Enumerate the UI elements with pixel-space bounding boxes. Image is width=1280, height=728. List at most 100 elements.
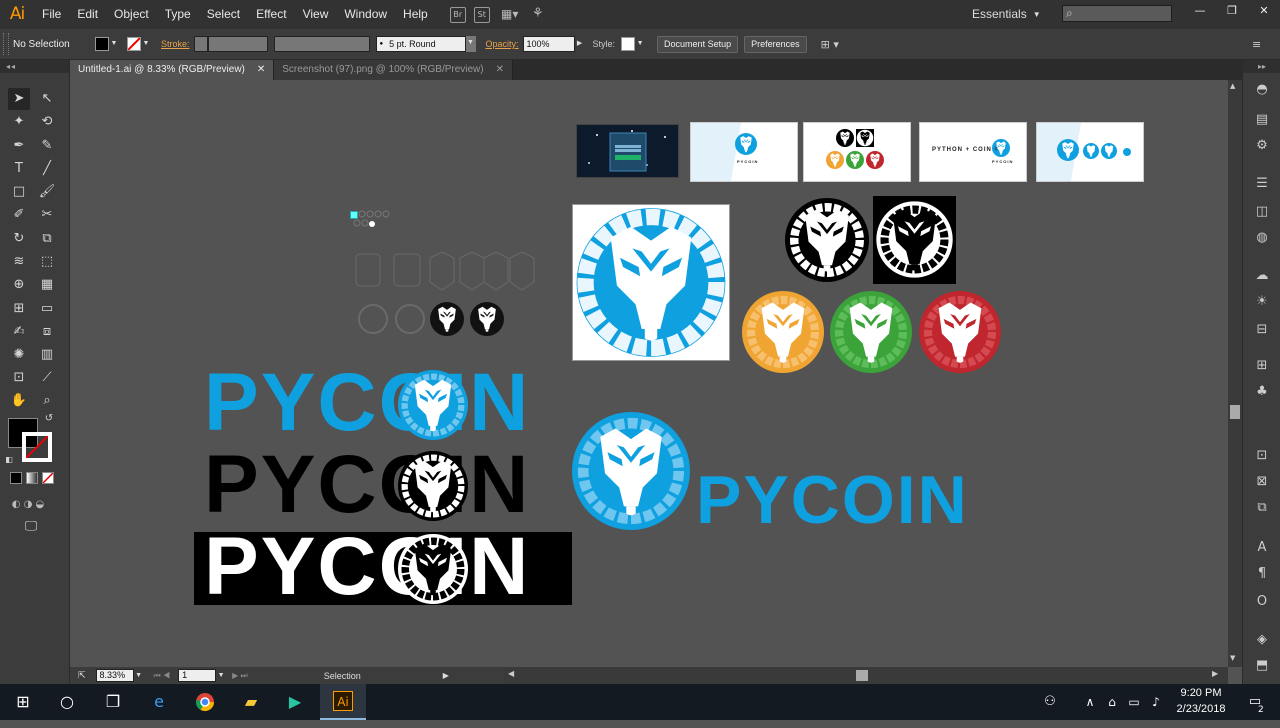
- artboards-icon[interactable]: ⬒: [1251, 656, 1273, 676]
- artboard-number-field[interactable]: 1: [178, 669, 217, 682]
- color-mode-icon[interactable]: [10, 472, 22, 484]
- stroke-color-box[interactable]: [22, 432, 52, 462]
- opentype-icon[interactable]: O: [1251, 592, 1273, 612]
- fill-dropdown[interactable]: ▼: [109, 37, 119, 51]
- bridge-icon[interactable]: Br: [449, 6, 466, 23]
- align-panel-icon[interactable]: ⊡: [1251, 446, 1273, 466]
- pathfinder-icon[interactable]: ⧉: [1251, 498, 1273, 518]
- hand-tool-icon[interactable]: ✋: [8, 390, 30, 412]
- magic-wand-tool-icon[interactable]: ✦: [8, 111, 30, 133]
- swatches-icon[interactable]: ☀: [1251, 292, 1273, 312]
- system-clock[interactable]: 9:20 PM 2/23/2018: [1168, 685, 1234, 717]
- opacity-field[interactable]: 100%: [522, 36, 575, 52]
- red-emblem[interactable]: [919, 291, 1001, 373]
- scroll-up-icon[interactable]: ▲: [1230, 82, 1235, 90]
- default-colors-icon[interactable]: ◧: [2, 453, 16, 467]
- menu-view[interactable]: View: [295, 0, 337, 29]
- slice-tool-icon[interactable]: ⟋: [36, 367, 58, 389]
- stroke-dropdown[interactable]: ▼: [141, 37, 151, 51]
- tools-panel-header[interactable]: ◂◂: [0, 60, 69, 73]
- close-icon[interactable]: ✕: [1248, 0, 1280, 22]
- close-icon[interactable]: ✕: [496, 60, 504, 80]
- network-icon[interactable]: ⌂: [1102, 684, 1122, 720]
- warp-tool-icon[interactable]: ≋: [8, 251, 30, 273]
- wordmark-black[interactable]: PYCOIN: [204, 439, 564, 530]
- close-icon[interactable]: ✕: [257, 60, 265, 80]
- direct-selection-tool-icon[interactable]: ↖: [36, 88, 58, 110]
- fill-swatch[interactable]: [95, 37, 109, 51]
- character-icon[interactable]: A: [1251, 538, 1273, 558]
- zoom-tool-icon[interactable]: ⌕: [36, 390, 58, 412]
- document-setup-button[interactable]: Document Setup: [657, 35, 739, 53]
- align-options-icon[interactable]: ⊞ ▾: [821, 38, 839, 51]
- curvature-tool-icon[interactable]: ✎: [36, 135, 58, 157]
- lockup-wordmark[interactable]: PYCOIN: [696, 461, 969, 539]
- shaper-tool-icon[interactable]: ✐: [8, 204, 30, 226]
- rectangle-tool-icon[interactable]: □: [8, 181, 30, 203]
- scroll-left-icon[interactable]: ◀: [508, 669, 514, 678]
- logo-thumbnail-2[interactable]: [803, 122, 911, 182]
- stroke-weight-field[interactable]: [207, 36, 268, 52]
- style-swatch[interactable]: [621, 37, 636, 51]
- pen-tool-icon[interactable]: ✒: [8, 135, 30, 157]
- people-icon[interactable]: ⚇: [1034, 684, 1066, 720]
- gpu-performance-icon[interactable]: ⚘: [530, 6, 546, 23]
- scale-tool-icon[interactable]: ⧉: [36, 228, 58, 250]
- transform-icon[interactable]: ⊠: [1251, 472, 1273, 492]
- stroke-label[interactable]: Stroke:: [161, 39, 190, 49]
- menu-type[interactable]: Type: [157, 0, 199, 29]
- scroll-down-icon[interactable]: ▼: [1230, 654, 1235, 662]
- none-mode-icon[interactable]: [42, 472, 54, 484]
- layers-panel-icon[interactable]: ◫: [1251, 202, 1273, 222]
- artboard-dropdown[interactable]: ▼: [216, 669, 226, 683]
- drawing-modes-icon[interactable]: ◐ ◑ ◒: [8, 494, 48, 516]
- opacity-arrow-icon[interactable]: ▶: [575, 37, 585, 51]
- zoom-field[interactable]: 8.33%: [95, 669, 134, 682]
- variable-width-profile[interactable]: [273, 36, 370, 52]
- dock-collapse-icon[interactable]: ▸▸: [1243, 60, 1280, 73]
- tab-untitled-1[interactable]: Untitled-1.ai @ 8.33% (RGB/Preview) ✕: [70, 60, 275, 80]
- perspective-grid-tool-icon[interactable]: ▦: [36, 274, 58, 296]
- free-transform-tool-icon[interactable]: ⬚: [36, 251, 58, 273]
- workspace-switcher[interactable]: Essentials ▼: [972, 5, 1041, 23]
- orange-emblem[interactable]: [742, 291, 824, 373]
- grid-panel-icon[interactable]: ⊞: [1251, 356, 1273, 376]
- wordmark-white-on-black[interactable]: PYCOIN: [194, 521, 572, 612]
- zoom-dropdown[interactable]: ▼: [134, 669, 144, 683]
- horizontal-scrollbar[interactable]: ◀ ▶: [504, 667, 1228, 684]
- volume-icon[interactable]: ♪: [1146, 684, 1166, 720]
- cortana-icon[interactable]: ○: [44, 684, 90, 720]
- mesh-tool-icon[interactable]: ⊞: [8, 298, 30, 320]
- vertical-scrollbar[interactable]: ▲ ▼: [1228, 80, 1242, 667]
- libraries-icon[interactable]: ⚙: [1251, 136, 1273, 156]
- media-player-icon[interactable]: ▶: [272, 684, 318, 720]
- scissors-tool-icon[interactable]: ✂: [36, 204, 58, 226]
- action-center-icon[interactable]: ▭ 2: [1236, 684, 1274, 720]
- green-emblem[interactable]: [830, 291, 912, 373]
- share-icon[interactable]: ⇱: [78, 671, 86, 681]
- selection-tool-icon[interactable]: ➤: [8, 88, 30, 110]
- battery-icon[interactable]: ▭: [1124, 684, 1144, 720]
- gradient-tool-icon[interactable]: ▭: [36, 298, 58, 320]
- screen-mode-icon[interactable]: 🖵: [20, 516, 42, 538]
- logo-thumbnail-1[interactable]: PYCOIN: [690, 122, 798, 182]
- lasso-tool-icon[interactable]: ⟲: [36, 111, 58, 133]
- swap-colors-icon[interactable]: ↺: [42, 412, 56, 426]
- symbols-icon[interactable]: ♣: [1251, 382, 1273, 402]
- panel-grip[interactable]: [3, 33, 9, 55]
- primary-logo-artboard[interactable]: [572, 204, 730, 361]
- windows-start-icon[interactable]: ⊞: [0, 684, 46, 720]
- layers-stack-icon[interactable]: ◈: [1251, 630, 1273, 650]
- scroll-right-icon[interactable]: ▶: [1212, 669, 1218, 678]
- minimize-icon[interactable]: —: [1184, 0, 1216, 22]
- appearance-icon[interactable]: ◍: [1251, 228, 1273, 248]
- black-emblem[interactable]: [785, 198, 869, 282]
- tab-screenshot-97[interactable]: Screenshot (97).png @ 100% (RGB/Preview)…: [274, 60, 514, 80]
- symbol-sprayer-tool-icon[interactable]: ✺: [8, 344, 30, 366]
- restore-icon[interactable]: ❐: [1216, 0, 1248, 22]
- vertical-scroll-thumb[interactable]: [1230, 405, 1240, 419]
- starfield-thumbnail[interactable]: [576, 124, 679, 178]
- artboard-tool-icon[interactable]: ⊡: [8, 367, 30, 389]
- illustrator-taskbar-icon[interactable]: Ai: [320, 684, 366, 720]
- stroke-panel-icon[interactable]: ⊟: [1251, 320, 1273, 340]
